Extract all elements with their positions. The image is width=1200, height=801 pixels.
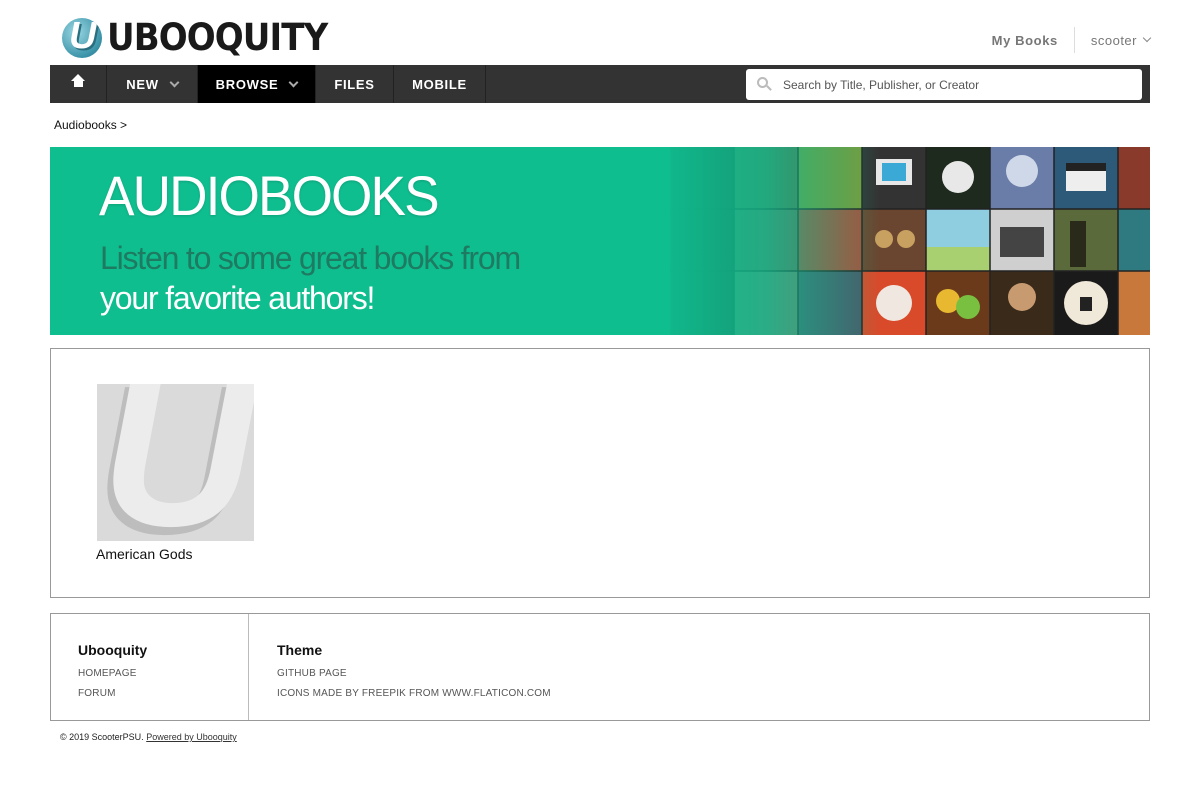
nav-new-label: NEW <box>126 76 159 92</box>
my-books-link[interactable]: My Books <box>992 33 1074 48</box>
book-grid: U American Gods <box>50 348 1150 598</box>
breadcrumb[interactable]: Audiobooks > <box>54 118 127 132</box>
logo-text: UBOOQUITY <box>107 16 328 59</box>
nav-browse[interactable]: BROWSE <box>198 65 316 103</box>
logo-badge-icon: U <box>62 18 102 58</box>
home-icon <box>70 73 85 90</box>
placeholder-u-icon: U <box>101 384 254 541</box>
user-menu[interactable]: scooter <box>1075 32 1152 48</box>
copyright: © 2019 ScooterPSU. Powered by Ubooquity <box>60 732 237 742</box>
banner-subtitle-line2: your favorite authors! <box>100 280 375 316</box>
category-banner: AUDIOBOOKS Listen to some great books fr… <box>50 147 1150 335</box>
nav-files[interactable]: FILES <box>316 65 394 103</box>
banner-subtitle-line1: Listen to some great books from <box>100 240 521 276</box>
footer: Ubooquity HOMEPAGE FORUM Theme GITHUB PA… <box>50 613 1150 721</box>
chevron-down-icon <box>288 77 299 87</box>
nav-browse-label: BROWSE <box>215 76 279 92</box>
nav-mobile[interactable]: MOBILE <box>394 65 486 103</box>
chevron-down-icon <box>1142 33 1152 43</box>
nav-mobile-label: MOBILE <box>412 76 467 92</box>
footer-link-homepage[interactable]: HOMEPAGE <box>78 668 248 679</box>
book-title[interactable]: American Gods <box>96 546 192 562</box>
footer-heading: Theme <box>277 642 323 658</box>
search-box <box>746 69 1142 100</box>
footer-link-icons-credit[interactable]: ICONS MADE BY FREEPIK FROM WWW.FLATICON.… <box>277 688 551 699</box>
nav-home-button[interactable] <box>50 65 107 103</box>
username: scooter <box>1090 32 1137 48</box>
footer-heading: Ubooquity <box>78 642 148 658</box>
nav-new[interactable]: NEW <box>107 65 198 103</box>
search-input[interactable] <box>783 77 1133 92</box>
logo[interactable]: U UBOOQUITY <box>62 18 346 58</box>
nav-files-label: FILES <box>334 76 375 92</box>
footer-column-theme: Theme GITHUB PAGE ICONS MADE BY FREEPIK … <box>249 614 551 720</box>
footer-column-ubooquity: Ubooquity HOMEPAGE FORUM <box>51 614 249 720</box>
search-icon <box>757 76 773 93</box>
banner-fade <box>650 147 880 335</box>
banner-title: AUDIOBOOKS <box>99 164 440 227</box>
footer-link-forum[interactable]: FORUM <box>78 688 248 699</box>
powered-by-link[interactable]: Powered by Ubooquity <box>146 732 237 742</box>
footer-link-github[interactable]: GITHUB PAGE <box>277 668 551 679</box>
book-cover[interactable]: U <box>97 384 254 541</box>
user-links: My Books scooter <box>992 26 1152 54</box>
chevron-down-icon <box>169 77 180 87</box>
copyright-text: © 2019 ScooterPSU. <box>60 732 144 742</box>
